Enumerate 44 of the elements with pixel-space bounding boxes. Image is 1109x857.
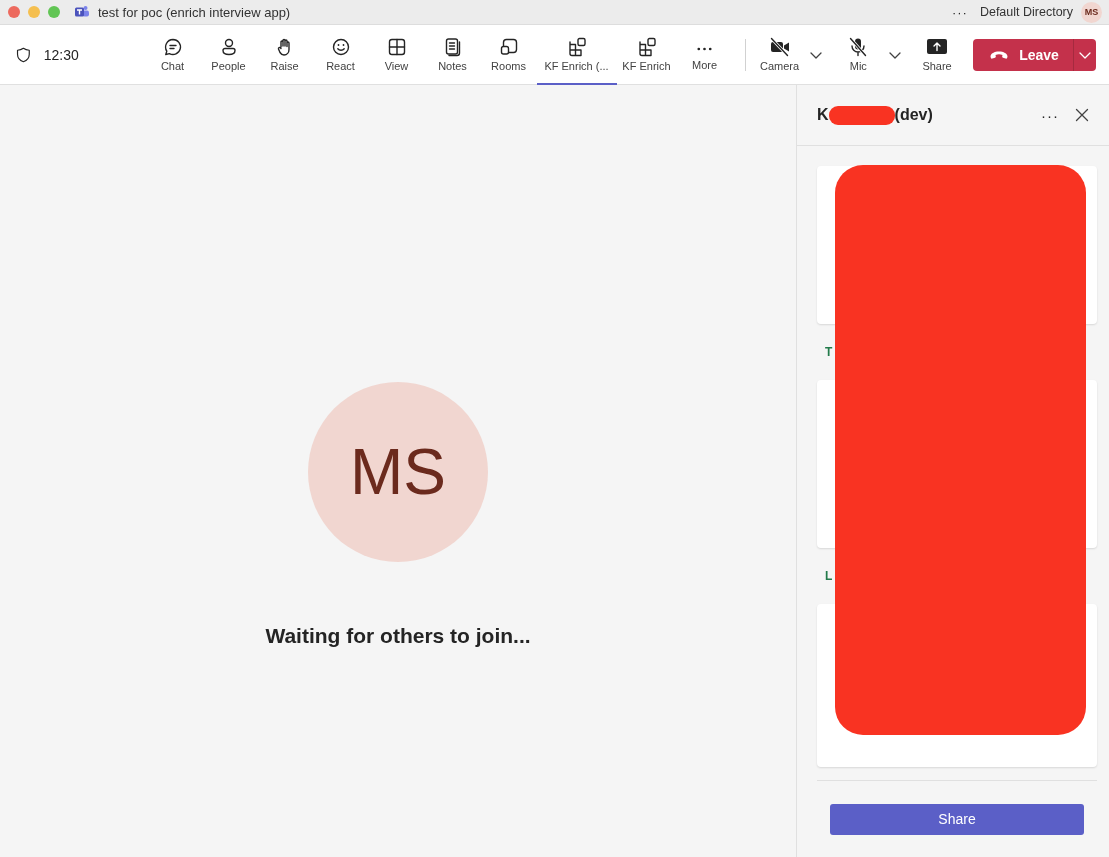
waiting-message: Waiting for others to join... bbox=[265, 624, 531, 648]
grid-icon bbox=[386, 37, 407, 57]
mic-off-icon bbox=[847, 37, 870, 57]
toolbar-button[interactable]: View bbox=[368, 24, 425, 85]
toolbar-button[interactable]: More bbox=[676, 24, 733, 85]
leave-button[interactable]: Leave bbox=[973, 38, 1073, 71]
user-avatar[interactable]: MS bbox=[1081, 1, 1102, 23]
toolbar-button[interactable]: Notes bbox=[424, 24, 481, 85]
dropdown-button[interactable] bbox=[1072, 38, 1096, 71]
more-button[interactable]: ··· bbox=[951, 4, 968, 20]
toolbar-button[interactable]: Chat bbox=[144, 24, 201, 85]
chat-bubble-icon bbox=[162, 37, 183, 57]
shield-icon bbox=[15, 45, 32, 64]
app-logo-icon bbox=[74, 4, 90, 20]
section-label: L bbox=[824, 568, 833, 585]
more-button[interactable]: ··· bbox=[1041, 106, 1059, 124]
share-screen-icon bbox=[926, 37, 949, 57]
meeting-time: 12:30 bbox=[43, 46, 80, 63]
close-icon bbox=[1075, 108, 1089, 122]
panel-title: K bbox=[817, 106, 829, 124]
toolbar-button[interactable]: React bbox=[312, 24, 369, 85]
toolbar-button[interactable]: Camera bbox=[753, 24, 806, 85]
share-button[interactable]: Share bbox=[830, 803, 1084, 835]
toolbar-button[interactable]: Raise bbox=[256, 24, 313, 85]
participant-avatar: MS bbox=[308, 382, 488, 562]
apps-icon bbox=[566, 37, 587, 57]
toolbar-button[interactable]: Mic bbox=[832, 24, 885, 85]
toolbar-button[interactable]: KF Enrich bbox=[616, 24, 677, 85]
apps-icon bbox=[636, 37, 657, 57]
directory-name: Default Directory bbox=[979, 5, 1073, 19]
window-control[interactable] bbox=[8, 6, 20, 18]
window-control[interactable] bbox=[28, 6, 40, 18]
rooms-icon bbox=[498, 37, 519, 57]
smiley-icon bbox=[330, 37, 351, 57]
toolbar-button[interactable]: Rooms bbox=[480, 24, 537, 85]
share-button[interactable]: Share bbox=[910, 24, 964, 85]
panel-title: (dev) bbox=[894, 106, 933, 124]
window-title: test for poc (enrich interview app) bbox=[98, 4, 291, 20]
toolbar-button[interactable]: People bbox=[200, 24, 257, 85]
camera-off-icon bbox=[768, 37, 791, 57]
close-button[interactable] bbox=[1075, 108, 1089, 122]
more-icon bbox=[697, 46, 712, 51]
section-label: T bbox=[824, 344, 833, 361]
window-control[interactable] bbox=[48, 6, 60, 18]
